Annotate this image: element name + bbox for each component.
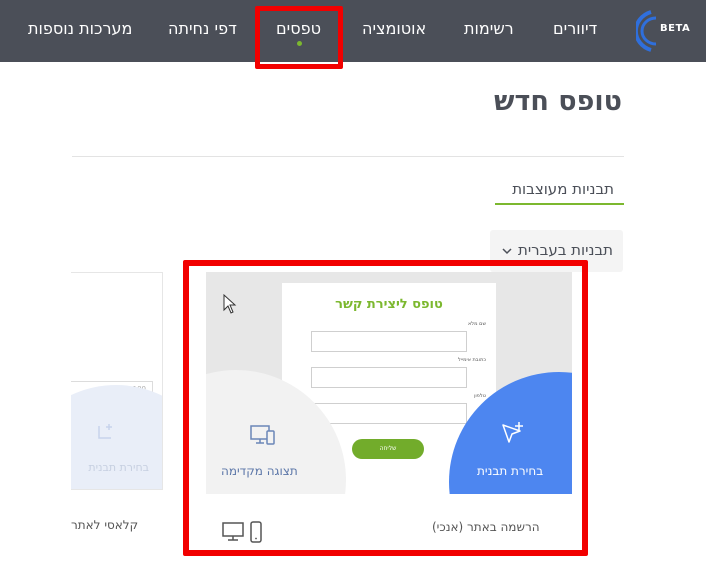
active-tab-underline [495,203,624,205]
chevron-down-icon [502,248,512,255]
nav-item-automation[interactable]: אוטומציה [362,19,426,38]
nav-item-landing-pages[interactable]: דפי נחיתה [168,19,237,38]
nav-item-more-systems[interactable]: מערכות נוספות [28,19,132,38]
choose-template-overlay [71,385,162,489]
highlight-box-template [183,260,588,556]
page-title: טופס חדש [493,86,622,117]
template-caption-classic: קלאסי לאתר [71,518,139,532]
tab-designed-templates[interactable]: תבניות מעוצבות [512,180,614,198]
choose-template-label: בחירת תבנית [88,461,149,474]
nav-item-campaigns[interactable]: דיוורים [553,19,597,38]
cursor-plus-icon [98,424,112,439]
highlight-box-forms [255,6,343,69]
header-divider [72,156,624,157]
nav-item-lists[interactable]: רשימות [464,19,514,38]
beta-badge: BETA [660,23,691,34]
top-navigation: BETA דיוורים רשימות אוטומציה טפסים דפי נ… [0,0,706,62]
filter-label: תבניות בעברית [517,241,613,259]
template-card-classic[interactable]: 100 בחירת תבנית [71,272,163,490]
